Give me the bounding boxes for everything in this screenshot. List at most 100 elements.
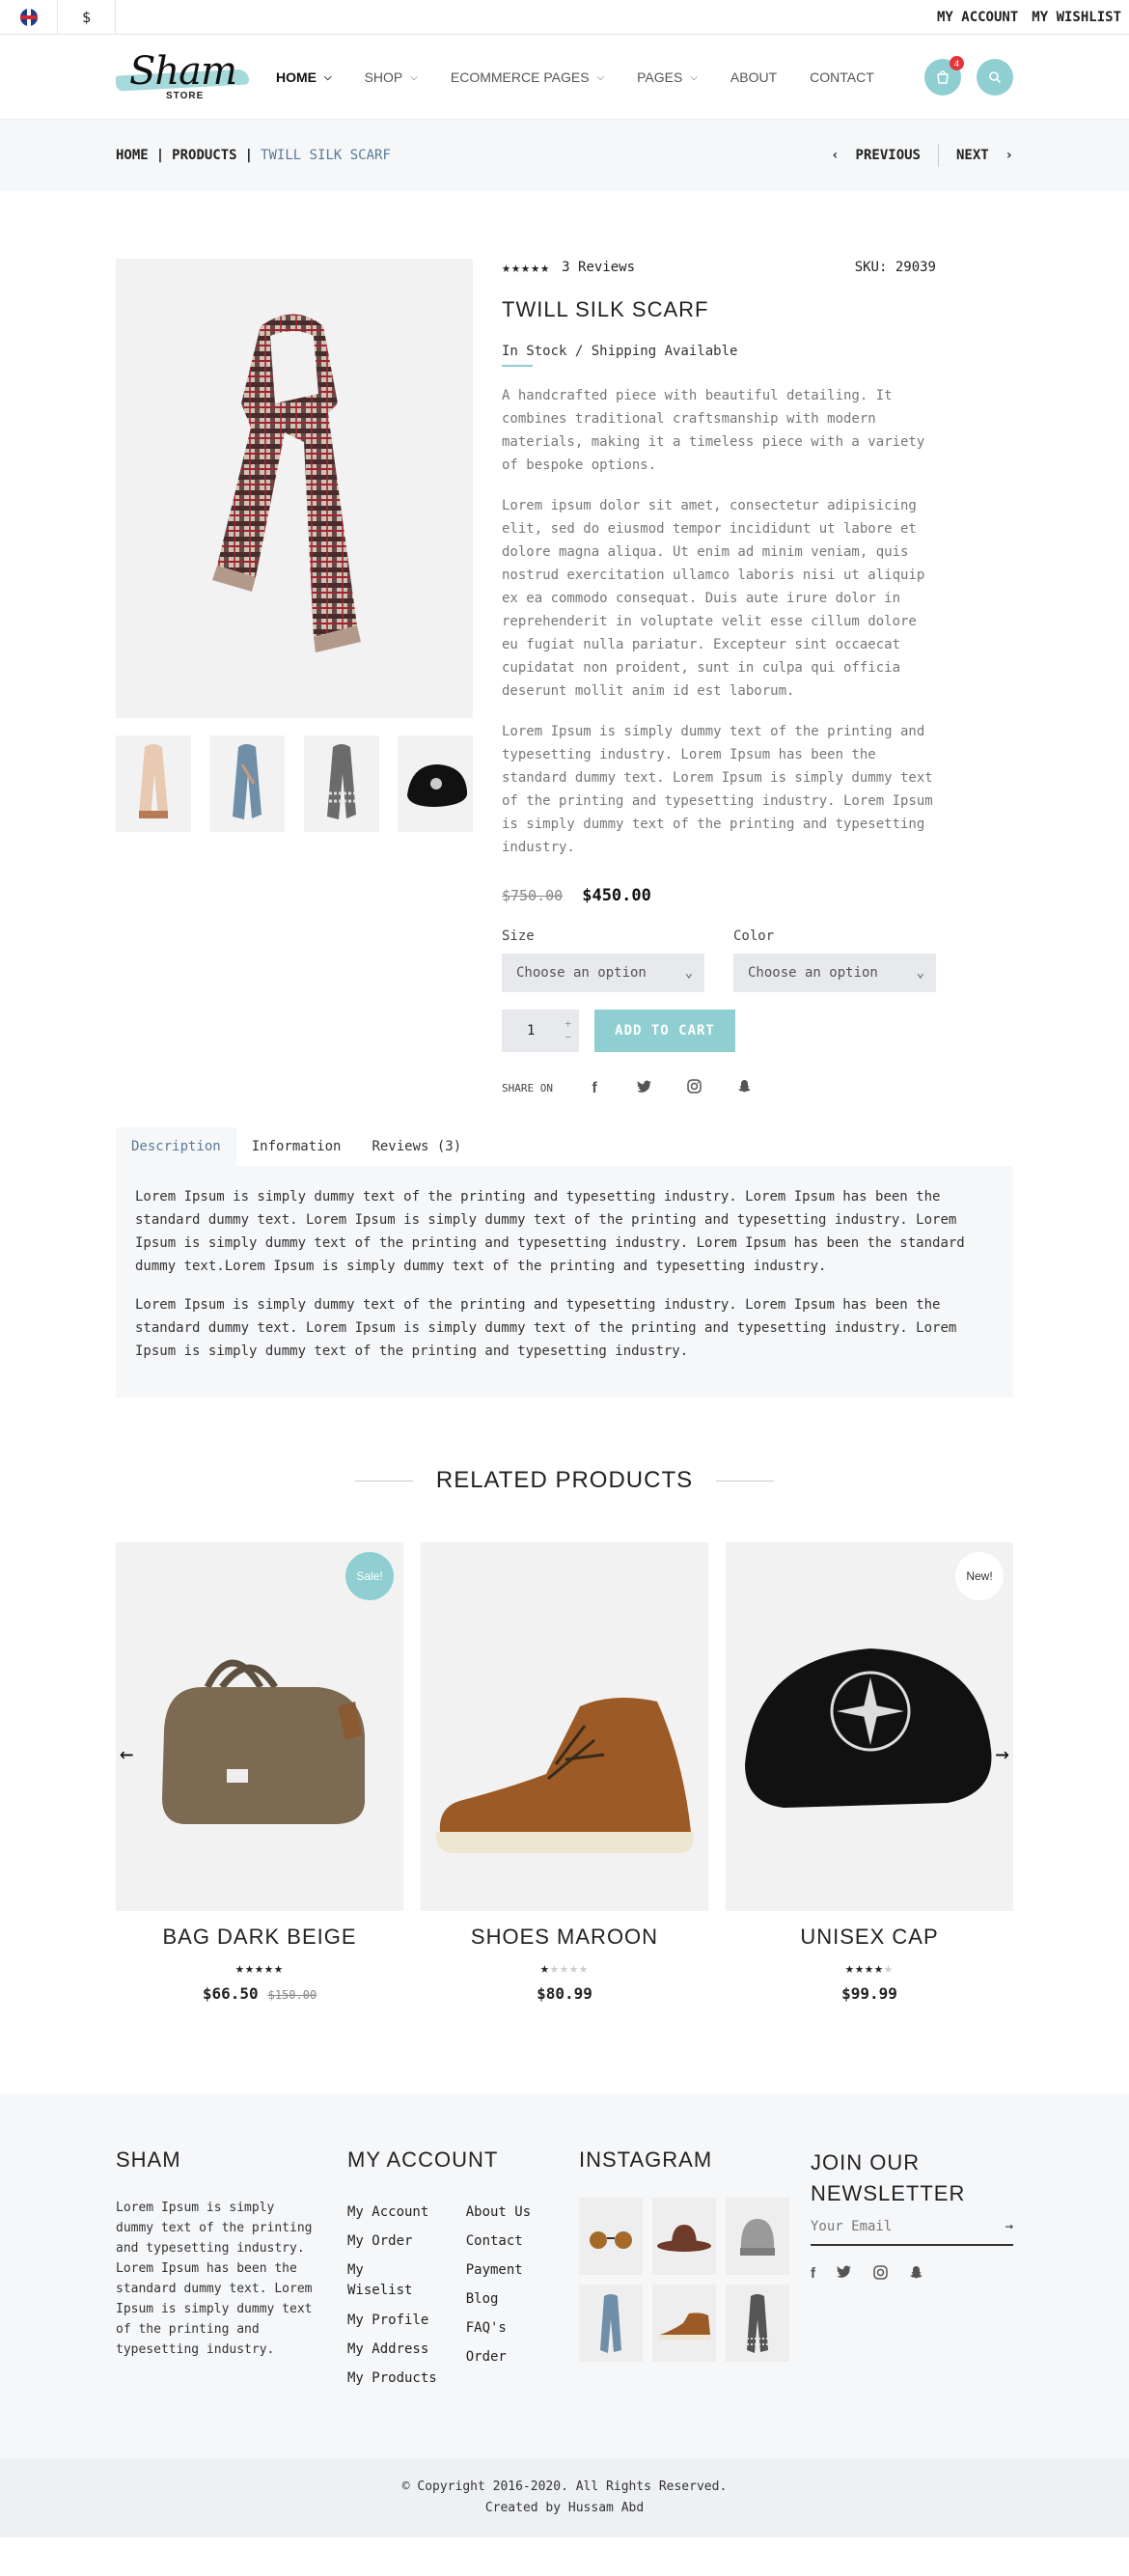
carousel-next-arrow-icon[interactable]: →	[996, 1740, 1009, 1767]
product-main-image[interactable]	[116, 259, 473, 718]
related-products-carousel: Sale! BAG DARK BEIGE ★★★★★ $66.50 $150.00…	[116, 1542, 1013, 2003]
snapchat-icon[interactable]	[736, 1079, 754, 1097]
product-thumbnail[interactable]	[397, 735, 473, 832]
plus-icon[interactable]: +	[564, 1017, 571, 1031]
footer-link[interactable]: My Wiselist	[347, 2256, 412, 2306]
footer-link[interactable]: My Address	[347, 2335, 437, 2364]
product-card-price: $80.99	[421, 1984, 708, 2003]
product-card-image[interactable]: Sale!	[116, 1542, 403, 1911]
nav-pages[interactable]: PAGES ⌵	[637, 69, 698, 85]
footer-link[interactable]: My Order	[347, 2227, 437, 2256]
product-description-short: A handcrafted piece with beautiful detai…	[502, 388, 925, 473]
product-card-image[interactable]	[421, 1542, 708, 1911]
facebook-icon[interactable]: f	[811, 2265, 815, 2284]
scarf-thumbnail	[326, 744, 356, 819]
product-thumbnail[interactable]	[116, 735, 191, 832]
footer-link[interactable]: My Account	[347, 2198, 437, 2227]
twitter-icon[interactable]	[636, 1079, 653, 1097]
top-bar: $ MY ACCOUNT MY WISHLIST	[0, 0, 1129, 35]
previous-label: PREVIOUS	[855, 148, 921, 163]
nav-shop[interactable]: SHOP ⌵	[365, 69, 418, 85]
footer-instagram: INSTAGRAM	[579, 2147, 811, 2393]
email-placeholder: Your Email	[811, 2219, 893, 2234]
footer-link[interactable]: FAQ's	[466, 2313, 531, 2342]
tab-reviews[interactable]: Reviews (3)	[356, 1127, 477, 1166]
product-card[interactable]: Sale! BAG DARK BEIGE ★★★★★ $66.50 $150.00	[116, 1542, 403, 2003]
footer-link[interactable]: My Profile	[347, 2306, 437, 2335]
chevron-down-icon: ⌄	[684, 965, 693, 981]
language-switcher[interactable]	[0, 0, 58, 34]
color-select-value: Choose an option	[748, 965, 878, 981]
quantity-value[interactable]: 1	[527, 1023, 535, 1039]
twitter-icon[interactable]	[837, 2265, 852, 2284]
footer-link[interactable]: Blog	[466, 2285, 531, 2313]
tab-information[interactable]: Information	[236, 1127, 357, 1166]
stock-status: In Stock / Shipping Available	[502, 344, 738, 359]
add-to-cart-button[interactable]: ADD TO CART	[594, 1010, 735, 1052]
sunglasses-image	[590, 2231, 632, 2249]
product-card[interactable]: SHOES MAROON ★★★★★ $80.99	[421, 1542, 708, 2003]
previous-product-link[interactable]: ‹ PREVIOUS	[831, 148, 921, 163]
logo-script: Sham	[129, 49, 237, 94]
size-select[interactable]: Choose an option ⌄	[502, 954, 704, 992]
nav-home[interactable]: HOME ⌵	[276, 69, 332, 85]
color-select[interactable]: Choose an option ⌄	[733, 954, 936, 992]
nav-contact[interactable]: CONTACT	[810, 69, 874, 85]
product-card-price: $99.99	[726, 1984, 1013, 2003]
footer-link[interactable]: Contact	[466, 2227, 531, 2256]
instagram-thumbnail[interactable]	[652, 2285, 716, 2362]
quantity-stepper[interactable]: 1 + −	[502, 1010, 579, 1052]
breadcrumb-separator: |	[244, 148, 254, 163]
search-button[interactable]	[977, 59, 1013, 96]
instagram-thumbnail[interactable]	[726, 2285, 789, 2362]
carousel-prev-arrow-icon[interactable]: ←	[120, 1740, 133, 1767]
nav-about[interactable]: ABOUT	[730, 69, 777, 85]
arrow-right-icon[interactable]: →	[1005, 2219, 1013, 2234]
product-tabs: Description Information Reviews (3)	[116, 1127, 1013, 1166]
sale-badge: Sale!	[345, 1552, 394, 1600]
copyright-text: © Copyright 2016-2020. All Rights Reserv…	[401, 2479, 728, 2494]
instagram-thumbnail[interactable]	[579, 2285, 643, 2362]
footer-link[interactable]: My Products	[347, 2364, 437, 2393]
my-account-link[interactable]: MY ACCOUNT	[937, 10, 1018, 25]
sku: SKU: 29039	[854, 260, 936, 275]
instagram-icon[interactable]	[873, 2265, 888, 2284]
breadcrumb-home[interactable]: HOME	[116, 148, 149, 163]
site-header: Sham STORE HOME ⌵ SHOP ⌵ ECOMMERCE PAGES ⌵ …	[0, 35, 1129, 120]
product-card-name[interactable]: SHOES MAROON	[421, 1925, 708, 1950]
scarf-image	[747, 2294, 769, 2353]
product-card[interactable]: New! UNISEX CAP ★★★★★ $99.99	[726, 1542, 1013, 2003]
snapchat-icon[interactable]	[909, 2265, 923, 2284]
instagram-thumbnail[interactable]	[652, 2198, 716, 2275]
footer-link[interactable]: Payment	[466, 2256, 531, 2285]
product-thumbnail[interactable]	[209, 735, 286, 832]
instagram-thumbnail[interactable]	[579, 2198, 643, 2275]
product-title: TWILL SILK SCARF	[502, 297, 709, 321]
footer-link[interactable]: Order	[466, 2342, 531, 2371]
chevron-down-icon: ⌵	[690, 71, 698, 83]
tab-description[interactable]: Description	[116, 1127, 236, 1166]
product-section: ★★★★★ 3 Reviews SKU: 29039 TWILL SILK SC…	[116, 259, 1013, 1127]
product-card-image[interactable]: New!	[726, 1542, 1013, 1911]
instagram-thumbnail[interactable]	[726, 2198, 789, 2275]
breadcrumb-products[interactable]: PRODUCTS	[172, 148, 236, 163]
product-card-name[interactable]: BAG DARK BEIGE	[116, 1925, 403, 1950]
reviews-link[interactable]: 3 Reviews	[562, 260, 635, 275]
footer-link[interactable]: About Us	[466, 2198, 531, 2227]
tab-panel-description: Lorem Ipsum is simply dummy text of the …	[116, 1166, 1013, 1398]
size-label: Size	[502, 928, 535, 944]
minus-icon[interactable]: −	[564, 1031, 571, 1044]
cart-button[interactable]: 4	[924, 56, 964, 96]
product-card-rating: ★★★★★	[234, 1959, 285, 1977]
next-product-link[interactable]: NEXT ›	[956, 148, 1013, 163]
bag-icon	[937, 70, 949, 84]
product-card-name[interactable]: UNISEX CAP	[726, 1925, 1013, 1950]
facebook-icon[interactable]: f	[586, 1080, 603, 1097]
my-wishlist-link[interactable]: MY WISHLIST	[1032, 10, 1121, 25]
newsletter-email-field[interactable]: Your Email →	[811, 2219, 1013, 2246]
currency-switcher[interactable]: $	[58, 0, 116, 34]
logo[interactable]: Sham STORE	[115, 43, 251, 111]
instagram-icon[interactable]	[686, 1079, 703, 1097]
nav-ecommerce-pages[interactable]: ECOMMERCE PAGES ⌵	[451, 69, 604, 85]
product-thumbnail[interactable]	[303, 735, 379, 832]
